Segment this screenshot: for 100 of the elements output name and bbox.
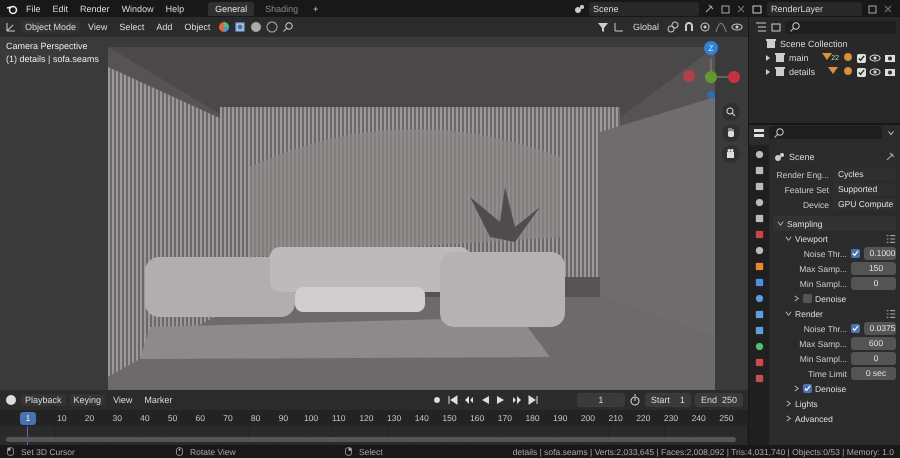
panel-header[interactable]: Advanced xyxy=(795,414,896,424)
mouse-icon[interactable] xyxy=(344,446,353,457)
mode-dropdown[interactable]: Object Mode xyxy=(21,21,80,33)
hand-icon[interactable] xyxy=(725,127,737,139)
color-wheel-icon[interactable] xyxy=(218,21,230,33)
scrollbar[interactable] xyxy=(6,437,736,442)
close-icon[interactable] xyxy=(882,2,894,14)
curve-icon[interactable] xyxy=(715,21,727,33)
jump-start-icon[interactable] xyxy=(446,394,459,406)
search-field[interactable] xyxy=(769,126,882,139)
dropdown[interactable]: GPU Compute xyxy=(833,198,896,211)
add-workspace-button[interactable]: + xyxy=(309,4,322,14)
search-icon[interactable] xyxy=(282,21,294,33)
list-icon[interactable] xyxy=(755,21,767,33)
select-box-icon[interactable] xyxy=(234,21,246,33)
checkbox[interactable] xyxy=(857,54,866,62)
menu-item[interactable]: Marker xyxy=(140,394,176,406)
frame-number: 190 xyxy=(552,413,568,423)
stopwatch-icon[interactable] xyxy=(628,394,641,406)
scene-selector[interactable]: Scene xyxy=(589,2,699,16)
menu-item[interactable]: Edit xyxy=(48,4,72,14)
current-frame-marker[interactable]: 1 xyxy=(20,412,36,424)
number-field[interactable]: 600 xyxy=(851,337,896,350)
checkbox[interactable] xyxy=(857,68,866,76)
panel-header[interactable]: Lights xyxy=(795,398,896,408)
close-icon[interactable] xyxy=(735,2,747,14)
mouse-icon[interactable] xyxy=(6,446,15,457)
tree-item[interactable]: details xyxy=(789,67,824,77)
menu-item[interactable]: Keying xyxy=(70,394,106,406)
search-icon[interactable] xyxy=(789,21,801,33)
panel-header[interactable]: Render xyxy=(795,308,883,318)
bulb-icon[interactable] xyxy=(842,66,854,78)
number-field[interactable]: 0 xyxy=(851,352,896,365)
magnet-icon[interactable] xyxy=(683,21,695,33)
eye-icon[interactable] xyxy=(869,52,881,64)
eye-icon[interactable] xyxy=(869,66,881,78)
caret-icon[interactable] xyxy=(793,295,800,302)
panel-header[interactable]: Viewport xyxy=(795,234,883,244)
menu-item[interactable]: Add xyxy=(152,21,176,33)
frame-number: 240 xyxy=(690,413,707,423)
tree-item[interactable]: main xyxy=(789,53,818,63)
field-label: Noise Thr... xyxy=(802,248,847,258)
view-layer-selector[interactable]: RenderLayer xyxy=(767,2,862,16)
caret-icon[interactable] xyxy=(785,310,792,317)
filter-icon[interactable] xyxy=(596,21,609,33)
target-icon[interactable] xyxy=(699,21,711,33)
orientation-dropdown[interactable]: Global xyxy=(628,21,663,33)
number-field[interactable]: 0 sec xyxy=(851,367,896,380)
menu-item[interactable]: Select xyxy=(115,21,148,33)
menu-item[interactable]: Render xyxy=(76,4,114,14)
collection-icon[interactable] xyxy=(765,38,777,50)
menu-item[interactable]: View xyxy=(84,21,112,33)
caret-icon[interactable] xyxy=(785,400,792,407)
collection-icon[interactable] xyxy=(774,52,786,64)
menu-item[interactable]: Object xyxy=(180,21,214,33)
zoom-icon[interactable] xyxy=(725,106,737,118)
pin-icon[interactable] xyxy=(884,151,896,163)
panel-header[interactable]: Denoise xyxy=(815,384,896,394)
workspace-tab[interactable]: General xyxy=(208,2,254,16)
menu-item[interactable]: View xyxy=(109,394,136,406)
dropdown[interactable]: Cycles xyxy=(833,168,896,181)
axes-icon[interactable] xyxy=(5,21,17,33)
pin-icon[interactable] xyxy=(703,2,715,14)
collection-icon[interactable] xyxy=(774,66,786,78)
caret-icon[interactable] xyxy=(785,415,792,422)
caret-icon[interactable] xyxy=(793,385,800,392)
square-icon[interactable] xyxy=(754,261,764,272)
caret-icon[interactable] xyxy=(777,220,784,227)
dropdown[interactable]: Supported xyxy=(833,183,896,196)
list-icon[interactable] xyxy=(886,234,896,244)
tree-item[interactable]: Scene Collection xyxy=(780,39,896,49)
number-field[interactable]: 0 xyxy=(851,277,896,290)
mouse-icon[interactable] xyxy=(175,446,184,457)
next-keyframe-icon[interactable] xyxy=(510,394,523,406)
previous-keyframe-icon[interactable] xyxy=(462,394,475,406)
end-frame-field[interactable]: End 250 xyxy=(694,393,743,407)
bulb-icon[interactable] xyxy=(842,52,854,64)
axes-icon[interactable] xyxy=(612,21,625,33)
menu-item[interactable]: Help xyxy=(162,4,188,14)
search-field[interactable] xyxy=(785,20,896,34)
timeline-track[interactable] xyxy=(0,426,748,445)
caret-icon[interactable] xyxy=(785,235,792,242)
frame-number: 140 xyxy=(414,413,430,423)
current-frame-field[interactable]: 1 xyxy=(576,393,625,407)
panel-header[interactable]: Denoise xyxy=(815,294,896,304)
clock-icon[interactable] xyxy=(5,394,17,406)
number-field[interactable]: 0.0375 xyxy=(864,322,896,335)
number-field[interactable]: 150 xyxy=(851,262,896,275)
workspace-tab[interactable]: Shading xyxy=(258,2,306,16)
menu-item[interactable]: Playback xyxy=(21,394,66,406)
number-field[interactable]: 0.1000 xyxy=(864,247,896,260)
menu-item[interactable]: File xyxy=(22,4,45,14)
search-icon[interactable] xyxy=(773,126,785,138)
menu-item[interactable]: Window xyxy=(118,4,158,14)
list-icon[interactable] xyxy=(886,308,896,318)
checkbox[interactable] xyxy=(803,294,812,303)
editor-type-icon[interactable] xyxy=(753,126,765,138)
start-frame-field[interactable]: Start 1 xyxy=(644,393,691,407)
jump-end-icon[interactable] xyxy=(526,394,539,406)
eye-icon[interactable] xyxy=(731,21,743,33)
